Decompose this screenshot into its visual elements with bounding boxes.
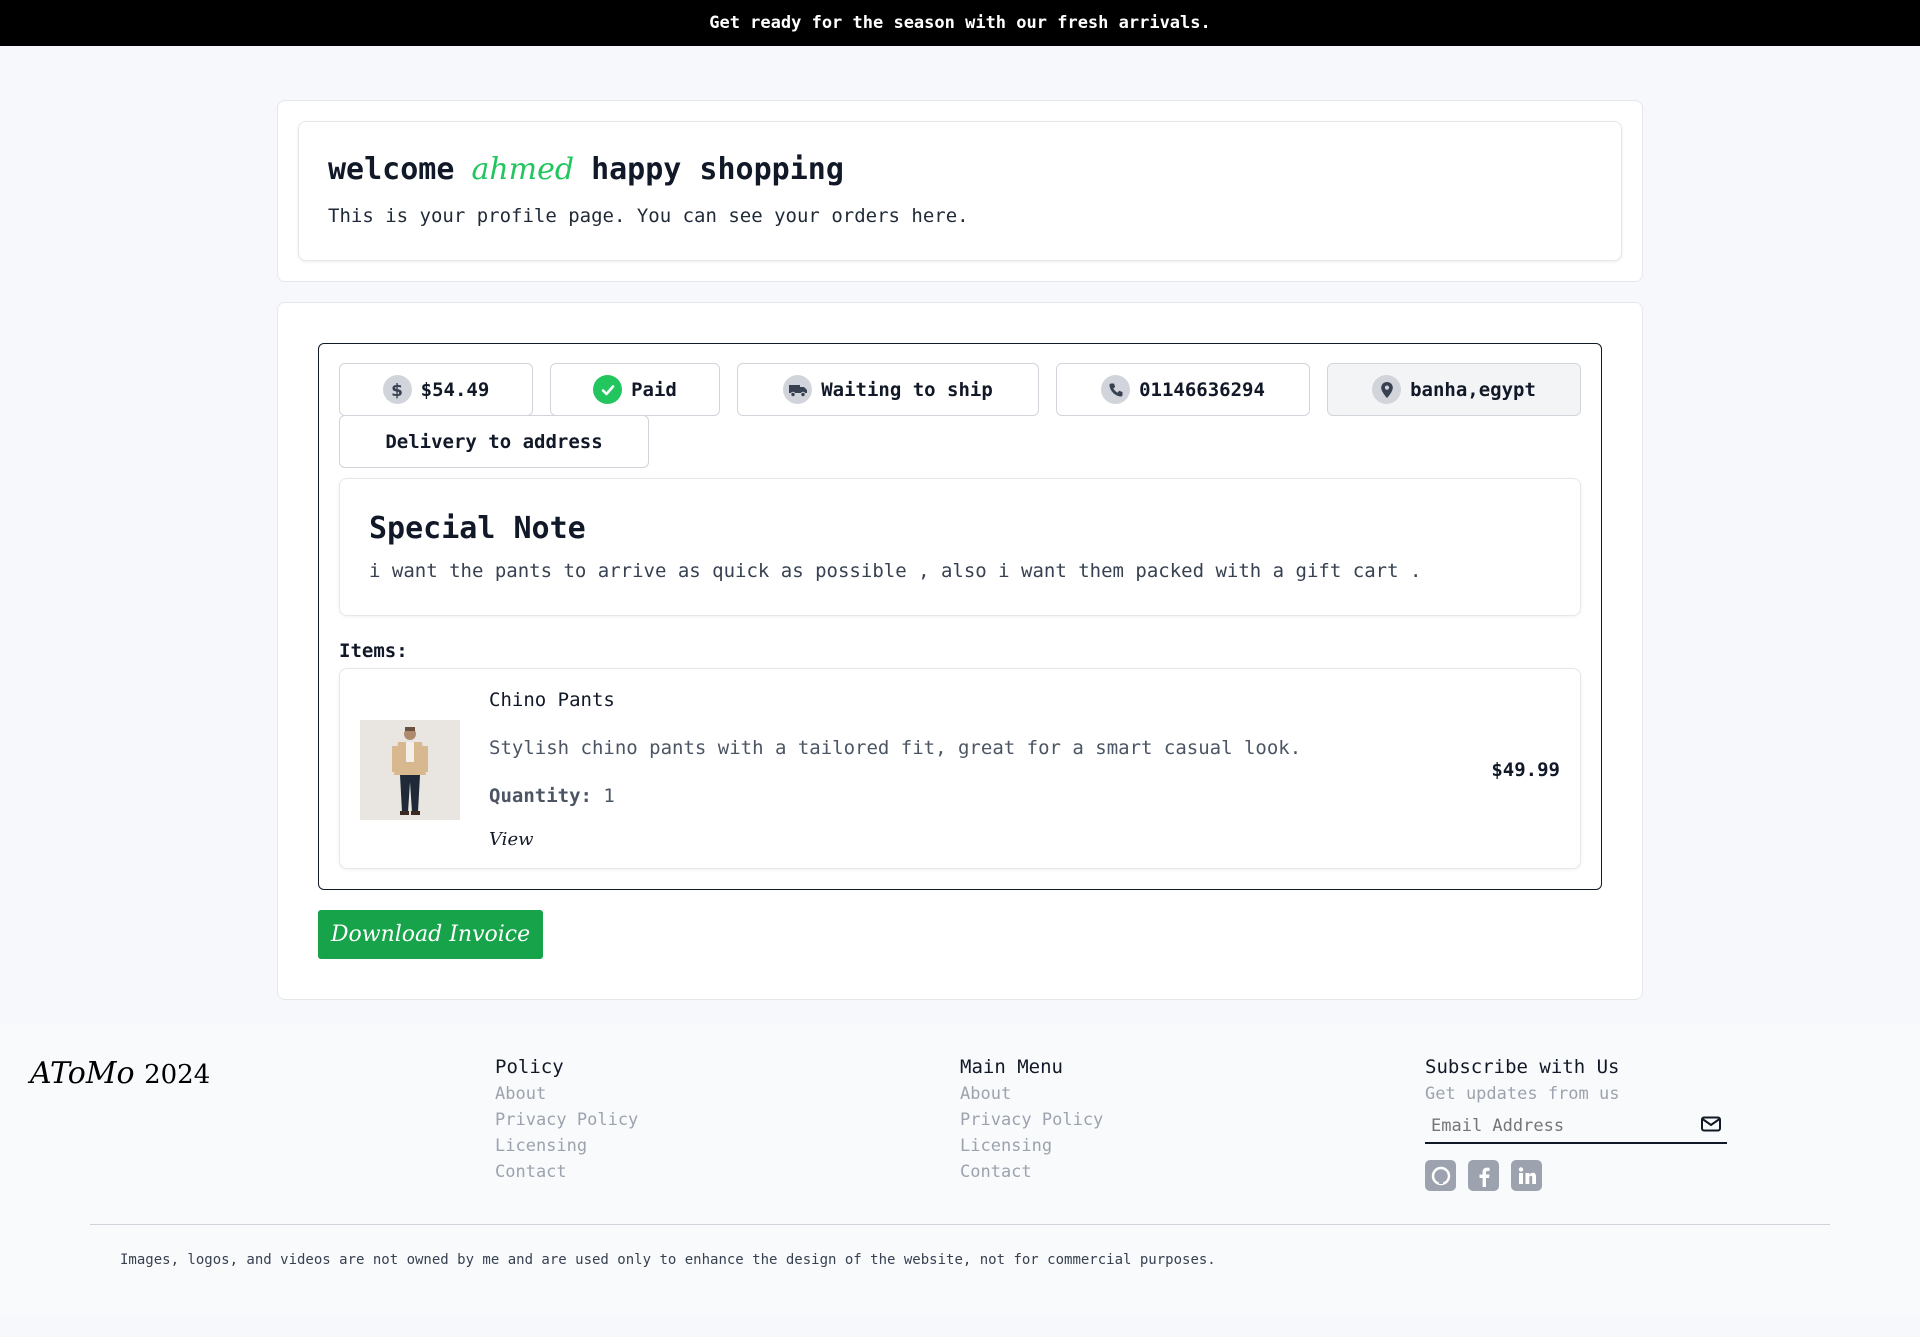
brand-year: 2024 [144, 1060, 211, 1090]
quantity-value: 1 [603, 785, 615, 807]
envelope-icon[interactable] [1701, 1116, 1721, 1136]
address-chip: banha,egypt [1327, 363, 1581, 416]
phone-icon [1101, 375, 1131, 404]
special-note-card: Special Note i want the pants to arrive … [339, 478, 1581, 616]
delivery-method-chip: Delivery to address [339, 415, 649, 468]
phone-number: 01146636294 [1139, 378, 1265, 401]
delivery-method: Delivery to address [385, 430, 603, 453]
shipping-status: Waiting to ship [821, 378, 993, 401]
linkedin-icon[interactable] [1511, 1160, 1542, 1191]
footer: AToMo 2024 Policy About Privacy Policy L… [0, 1025, 1920, 1315]
email-input[interactable] [1431, 1116, 1671, 1136]
special-note-title: Special Note [369, 511, 586, 546]
truck-icon [783, 375, 813, 404]
check-circle-icon [593, 375, 623, 404]
main-menu-title: Main Menu [960, 1056, 1063, 1078]
shipping-status-chip: Waiting to ship [737, 363, 1039, 416]
delivery-address: banha,egypt [1410, 378, 1536, 401]
order-card: $ $54.49 Paid Waiting to ship 0114663629… [318, 343, 1602, 890]
menu-link-about[interactable]: About [960, 1084, 1425, 1104]
footer-divider [90, 1224, 1830, 1225]
orders-section: $ $54.49 Paid Waiting to ship 0114663629… [277, 302, 1643, 1000]
payment-status: Paid [631, 378, 677, 401]
menu-link-contact[interactable]: Contact [960, 1162, 1425, 1182]
policy-link-about[interactable]: About [495, 1084, 960, 1104]
footer-brand: AToMo 2024 [30, 1056, 495, 1191]
item-price: $49.99 [1491, 758, 1560, 781]
main-menu-column: Main Menu About Privacy Policy Licensing… [960, 1056, 1425, 1191]
policy-column: Policy About Privacy Policy Licensing Co… [495, 1056, 960, 1191]
user-name: ahmed [471, 152, 575, 187]
subscribe-title: Subscribe with Us [1425, 1056, 1620, 1078]
menu-link-privacy[interactable]: Privacy Policy [960, 1110, 1425, 1130]
facebook-icon[interactable] [1468, 1160, 1499, 1191]
view-item-link[interactable]: View [489, 829, 1491, 850]
footer-disclaimer: Images, logos, and videos are not owned … [120, 1252, 1216, 1268]
dollar-icon: $ [382, 375, 412, 404]
github-icon[interactable] [1425, 1160, 1456, 1191]
subscribe-subtitle: Get updates from us [1425, 1084, 1620, 1104]
policy-link-licensing[interactable]: Licensing [495, 1136, 960, 1156]
welcome-heading: welcome ahmed happy shopping [328, 152, 1592, 187]
phone-chip: 01146636294 [1056, 363, 1310, 416]
order-total-chip: $ $54.49 [339, 363, 533, 416]
item-quantity: Quantity: 1 [489, 785, 1491, 807]
item-name: Chino Pants [489, 689, 615, 711]
quantity-label: Quantity: [489, 785, 592, 807]
order-total: $54.49 [420, 378, 490, 401]
svg-text:$: $ [391, 381, 403, 399]
subscribe-column: Subscribe with Us Get updates from us [1425, 1056, 1845, 1191]
order-item: Chino Pants Stylish chino pants with a t… [339, 668, 1581, 869]
announcement-text: Get ready for the season with our fresh … [709, 13, 1211, 33]
items-label: Items: [339, 640, 408, 662]
welcome-card: welcome ahmed happy shopping This is you… [298, 121, 1622, 261]
subscribe-form [1425, 1112, 1727, 1144]
payment-status-chip: Paid [550, 363, 720, 416]
policy-link-privacy[interactable]: Privacy Policy [495, 1110, 960, 1130]
brand-logo: AToMo [30, 1056, 135, 1091]
download-invoice-button[interactable]: Download Invoice [318, 910, 543, 959]
special-note-text: i want the pants to arrive as quick as p… [369, 560, 1422, 582]
welcome-prefix: welcome [328, 152, 455, 187]
social-links [1425, 1160, 1845, 1191]
order-info-chips: $ $54.49 Paid Waiting to ship 0114663629… [339, 363, 1581, 416]
policy-title: Policy [495, 1056, 564, 1078]
welcome-subtitle: This is your profile page. You can see y… [328, 205, 969, 227]
policy-link-contact[interactable]: Contact [495, 1162, 960, 1182]
product-image [360, 719, 460, 820]
announcement-bar: Get ready for the season with our fresh … [0, 0, 1920, 46]
welcome-section: welcome ahmed happy shopping This is you… [277, 100, 1643, 282]
welcome-suffix: happy shopping [591, 152, 844, 187]
map-pin-icon [1372, 375, 1402, 404]
item-info: Chino Pants Stylish chino pants with a t… [489, 689, 1491, 850]
menu-link-licensing[interactable]: Licensing [960, 1136, 1425, 1156]
item-description: Stylish chino pants with a tailored fit,… [489, 737, 1302, 759]
order-info-chips-row2: Delivery to address [339, 415, 1581, 468]
